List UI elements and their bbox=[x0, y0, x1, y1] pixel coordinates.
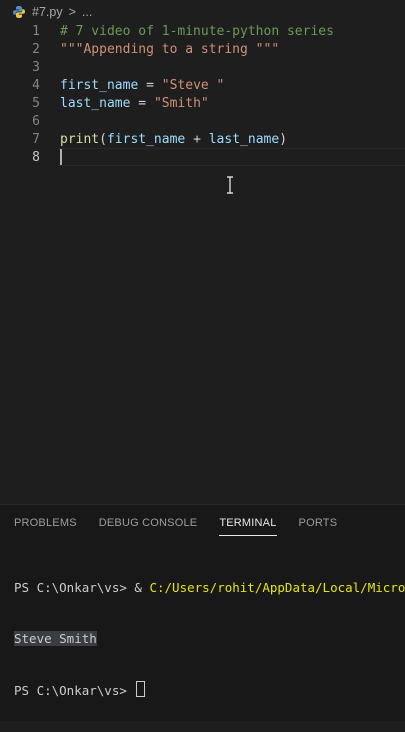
code-token: = bbox=[138, 77, 162, 93]
code-token: ( bbox=[99, 131, 107, 147]
code-text: last_name = "Smith" bbox=[60, 96, 209, 111]
breadcrumb: #7.py > ... bbox=[0, 0, 405, 24]
tab-ports[interactable]: PORTS bbox=[299, 505, 338, 541]
terminal-cursor bbox=[136, 681, 146, 697]
code-token: ) bbox=[279, 131, 288, 147]
code-line[interactable]: 7 print(first_name + last_name) bbox=[0, 130, 405, 148]
line-number: 4 bbox=[32, 77, 40, 93]
code-line[interactable]: 4 first_name = "Steve " bbox=[0, 76, 405, 94]
current-line-highlight bbox=[58, 148, 405, 166]
tab-terminal[interactable]: TERMINAL bbox=[219, 505, 277, 541]
terminal-prompt: PS C:\Onkar\vs> & bbox=[14, 580, 150, 595]
text-cursor-ibeam-icon bbox=[227, 176, 233, 194]
tab-problems[interactable]: PROBLEMS bbox=[14, 505, 77, 541]
line-number: 2 bbox=[32, 41, 40, 57]
code-token: """Appending to a string """ bbox=[60, 41, 280, 57]
code-line[interactable]: 6 bbox=[0, 112, 405, 130]
tab-debug-console[interactable]: DEBUG CONSOLE bbox=[99, 505, 198, 541]
code-token: "Smith" bbox=[153, 95, 209, 111]
code-token: first_name bbox=[106, 131, 186, 147]
code-editor[interactable]: 1 # 7 video of 1-minute-python series 2 """… bbox=[0, 22, 405, 502]
text-caret bbox=[60, 149, 62, 165]
code-line[interactable]: 2 """Appending to a string """ bbox=[0, 40, 405, 58]
line-number: 3 bbox=[32, 59, 40, 75]
code-token: "Steve " bbox=[161, 77, 225, 93]
code-token: first_name bbox=[60, 77, 139, 93]
code-line[interactable]: 8 bbox=[0, 148, 405, 166]
terminal-command: C:/Users/rohit/AppData/Local/Microsoft/W… bbox=[149, 580, 405, 595]
terminal-line-command: PS C:\Onkar\vs> & C:/Users/rohit/AppData… bbox=[14, 579, 405, 596]
terminal-output[interactable]: PS C:\Onkar\vs> & C:/Users/rohit/AppData… bbox=[14, 545, 405, 732]
code-token: last_name bbox=[60, 95, 131, 111]
line-number: 6 bbox=[32, 113, 40, 129]
python-file-icon bbox=[12, 5, 26, 19]
code-token: last_name bbox=[208, 131, 280, 147]
code-token: print bbox=[60, 131, 100, 147]
terminal-line-output: Steve Smith bbox=[14, 630, 405, 647]
code-token: # 7 video of 1-minute-python series bbox=[60, 23, 334, 39]
code-line[interactable]: 5 last_name = "Smith" bbox=[0, 94, 405, 112]
terminal-output-text: Steve Smith bbox=[14, 631, 97, 646]
line-number: 7 bbox=[32, 131, 40, 147]
code-text: print(first_name + last_name) bbox=[60, 132, 287, 147]
code-text: """Appending to a string """ bbox=[60, 42, 279, 57]
code-text: # 7 video of 1-minute-python series bbox=[60, 24, 334, 39]
code-text: first_name = "Steve " bbox=[60, 78, 224, 93]
line-number: 8 bbox=[32, 149, 40, 165]
breadcrumb-more[interactable]: ... bbox=[82, 5, 92, 19]
code-token: = bbox=[130, 95, 154, 111]
code-line[interactable]: 1 # 7 video of 1-minute-python series bbox=[0, 22, 405, 40]
terminal-line-prompt: PS C:\Onkar\vs> bbox=[14, 681, 405, 698]
breadcrumb-separator: > bbox=[68, 5, 76, 19]
bottom-panel: PROBLEMS DEBUG CONSOLE TERMINAL PORTS PS… bbox=[0, 504, 405, 721]
line-number: 1 bbox=[32, 23, 40, 39]
code-token: + bbox=[185, 131, 209, 147]
panel-tabs: PROBLEMS DEBUG CONSOLE TERMINAL PORTS bbox=[0, 505, 405, 541]
breadcrumb-file[interactable]: #7.py bbox=[32, 5, 63, 19]
line-number: 5 bbox=[32, 95, 40, 111]
code-line[interactable]: 3 bbox=[0, 58, 405, 76]
terminal-prompt: PS C:\Onkar\vs> bbox=[14, 683, 135, 698]
